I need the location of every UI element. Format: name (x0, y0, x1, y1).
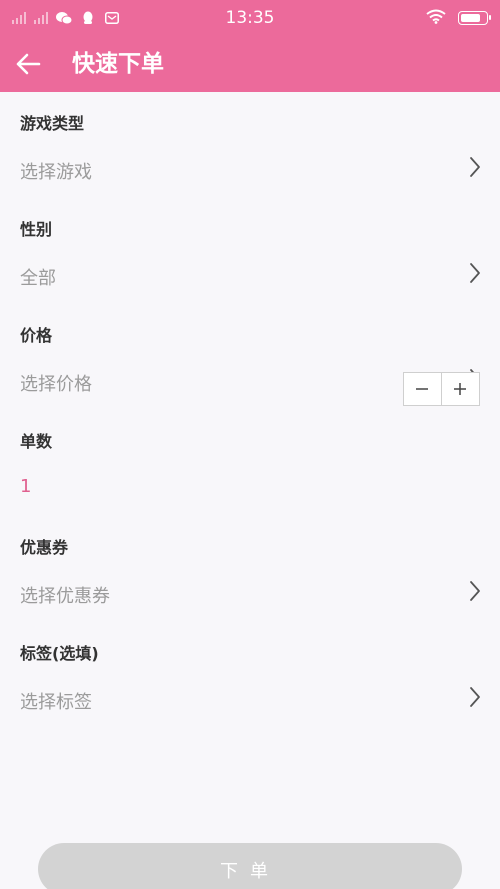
quantity-row: 单数 1 (0, 410, 500, 516)
submit-order-button[interactable]: 下单 (38, 843, 462, 889)
decrement-button[interactable] (404, 373, 442, 405)
coupon-row[interactable]: 优惠券 选择优惠券 (0, 516, 500, 622)
arrow-left-icon (16, 53, 41, 75)
gender-label: 性别 (20, 220, 53, 239)
chevron-right-icon (470, 687, 480, 707)
gender-row[interactable]: 性别 全部 (0, 198, 500, 304)
quantity-stepper (403, 372, 480, 406)
back-button[interactable] (12, 48, 44, 80)
app-bar: 快速下单 (0, 36, 500, 92)
game-type-row[interactable]: 游戏类型 选择游戏 (0, 92, 500, 198)
tags-label: 标签(选填) (20, 644, 99, 663)
gender-value: 全部 (20, 268, 56, 289)
battery-icon (458, 11, 491, 25)
tags-value: 选择标签 (20, 692, 92, 713)
plus-icon (454, 383, 467, 395)
chevron-right-icon (470, 263, 480, 283)
tags-row[interactable]: 标签(选填) 选择标签 (0, 622, 500, 728)
page-title: 快速下单 (72, 51, 164, 77)
price-label: 价格 (20, 326, 53, 345)
increment-button[interactable] (442, 373, 480, 405)
chevron-right-icon (470, 581, 480, 601)
coupon-label: 优惠券 (20, 538, 69, 557)
clock: 13:35 (225, 8, 275, 28)
chevron-right-icon (470, 157, 480, 177)
game-type-label: 游戏类型 (20, 114, 85, 133)
game-type-value: 选择游戏 (20, 162, 92, 183)
coupon-value: 选择优惠券 (20, 586, 110, 607)
wifi-icon (426, 9, 446, 28)
order-form: 游戏类型 选择游戏 性别 全部 价格 选择价格 单数 1 优惠券 选择优惠券 标… (0, 92, 500, 728)
price-value: 选择价格 (20, 374, 92, 395)
status-bar: 13:35 (0, 0, 500, 36)
status-icons-right (426, 0, 491, 36)
quantity-label: 单数 (20, 432, 53, 451)
quantity-value: 1 (20, 476, 32, 497)
minus-icon (416, 388, 429, 390)
